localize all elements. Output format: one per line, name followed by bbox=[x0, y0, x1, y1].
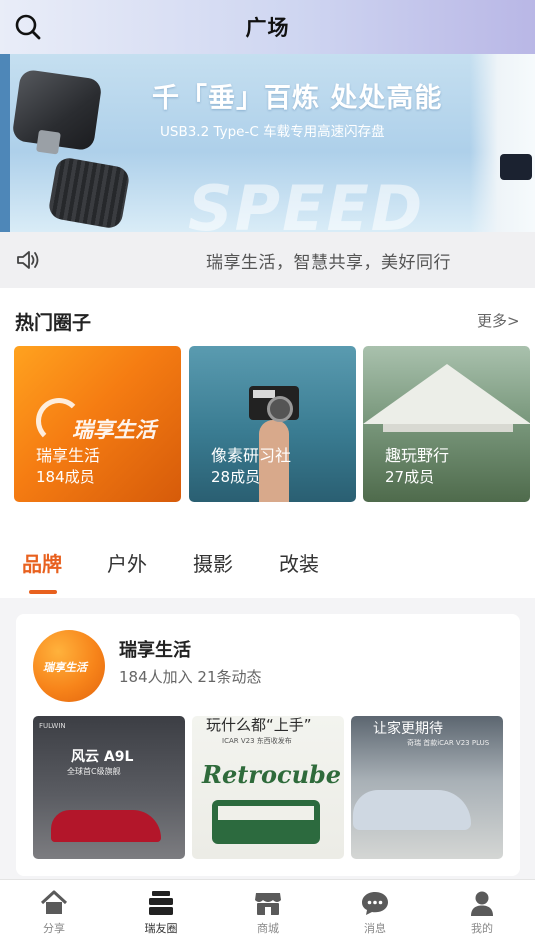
tabbar-label: 商城 bbox=[257, 922, 279, 935]
banner-headline: 千「垂」百炼 处处高能 bbox=[152, 83, 443, 114]
tabbar-item-mall[interactable]: 商城 bbox=[228, 888, 308, 944]
circle-stats: 184人加入 21条动态 bbox=[119, 668, 262, 686]
tent-image bbox=[363, 364, 530, 424]
tab-photography[interactable]: 摄影 bbox=[193, 548, 233, 577]
tab-brand[interactable]: 品牌 bbox=[22, 548, 62, 577]
post-thumbnail[interactable]: FULWIN 风云 A9L 全球首C级旗舰 bbox=[33, 716, 185, 859]
usb-drive-image bbox=[11, 68, 103, 152]
card-logo-text: 瑞享生活 bbox=[72, 418, 156, 442]
thumb-brand: FULWIN bbox=[39, 722, 66, 730]
person-icon bbox=[471, 891, 493, 916]
banner-watermark: SPEED bbox=[188, 172, 425, 232]
tabbar-item-me[interactable]: 我的 bbox=[442, 888, 522, 944]
circle-card[interactable]: 像素研习社 28成员 bbox=[189, 346, 356, 502]
banner-hand-image bbox=[470, 54, 535, 232]
store-icon bbox=[255, 893, 281, 915]
camera-image bbox=[249, 386, 299, 422]
circle-name[interactable]: 瑞享生活 bbox=[119, 636, 191, 662]
offroad-car-image bbox=[212, 800, 320, 844]
usb-drive-image-2 bbox=[47, 156, 131, 230]
thumb-subtitle: 奇瑞 首款iCAR V23 PLUS bbox=[407, 739, 490, 747]
thumb-title: 让家更期待 bbox=[373, 721, 443, 737]
car-image bbox=[51, 810, 161, 842]
circle-name: 瑞享生活 bbox=[36, 446, 101, 465]
circle-member-count: 28成员 bbox=[211, 468, 261, 486]
avatar[interactable]: 瑞享生活 bbox=[33, 630, 105, 702]
thumb-title: 风云 A9L bbox=[71, 749, 134, 765]
announcement-bar[interactable]: 瑞享生活，智慧共享，美好同行 bbox=[0, 232, 535, 288]
banner-device-image bbox=[500, 154, 532, 180]
tabbar-item-share[interactable]: 分享 bbox=[14, 888, 94, 944]
tab-modification[interactable]: 改装 bbox=[279, 548, 319, 577]
tabbar-label: 我的 bbox=[471, 922, 493, 935]
tabbar-label: 分享 bbox=[43, 922, 65, 935]
promo-banner[interactable]: SPEED 千「垂」百炼 处处高能 USB3.2 Type-C 车载专用高速闪存… bbox=[0, 54, 535, 232]
thumb-title: 玩什么都“上手” bbox=[206, 716, 312, 734]
announcement-text: 瑞享生活，智慧共享，美好同行 bbox=[206, 253, 451, 273]
circle-card[interactable]: 趣玩野行 27成员 bbox=[363, 346, 530, 502]
top-bar: 广场 bbox=[0, 0, 535, 54]
section-title: 热门圈子 bbox=[15, 312, 92, 334]
banner-subtitle: USB3.2 Type-C 车载专用高速闪存盘 bbox=[160, 124, 385, 140]
thumb-subtitle: ICAR V23 东西收发布 bbox=[222, 737, 292, 745]
thumb-script-logo: Retrocube bbox=[202, 760, 342, 789]
tent-image-2 bbox=[383, 424, 513, 432]
speaker-icon bbox=[17, 251, 39, 269]
post-thumbnail[interactable]: 让家更期待 奇瑞 首款iCAR V23 PLUS bbox=[351, 716, 503, 859]
circle-name: 趣玩野行 bbox=[385, 446, 450, 465]
tabbar-label: 瑞友圈 bbox=[144, 922, 178, 935]
circle-name: 像素研习社 bbox=[211, 446, 292, 465]
stack-icon bbox=[149, 891, 173, 915]
circle-member-count: 184成员 bbox=[36, 468, 95, 486]
chat-icon bbox=[362, 892, 388, 915]
tabbar-item-messages[interactable]: 消息 bbox=[335, 888, 415, 944]
search-icon[interactable] bbox=[14, 13, 42, 41]
circle-card[interactable]: 瑞享生活 瑞享生活 184成员 bbox=[14, 346, 181, 502]
page-title: 广场 bbox=[245, 16, 290, 40]
home-icon bbox=[40, 890, 68, 914]
circle-member-count: 27成员 bbox=[385, 468, 435, 486]
tab-outdoor[interactable]: 户外 bbox=[107, 548, 147, 577]
category-tabs: 品牌 户外 摄影 改装 bbox=[0, 520, 535, 598]
tabbar-item-circle[interactable]: 瑞友圈 bbox=[121, 888, 201, 944]
tabbar-label: 消息 bbox=[364, 922, 386, 935]
prev-slide-edge bbox=[0, 54, 10, 232]
thumb-subtitle: 全球首C级旗舰 bbox=[67, 767, 121, 776]
suv-image bbox=[353, 790, 471, 830]
bottom-tab-bar: 分享 瑞友圈 商城 消息 我的 bbox=[0, 879, 535, 951]
circle-feed-card[interactable]: 瑞享生活 瑞享生活 184人加入 21条动态 FULWIN 风云 A9L 全球首… bbox=[16, 614, 520, 876]
avatar-text: 瑞享生活 bbox=[43, 661, 87, 674]
post-thumbnail[interactable]: 玩什么都“上手” ICAR V23 东西收发布 Retrocube bbox=[192, 716, 344, 859]
active-tab-indicator bbox=[29, 590, 57, 594]
more-link[interactable]: 更多> bbox=[477, 310, 520, 331]
